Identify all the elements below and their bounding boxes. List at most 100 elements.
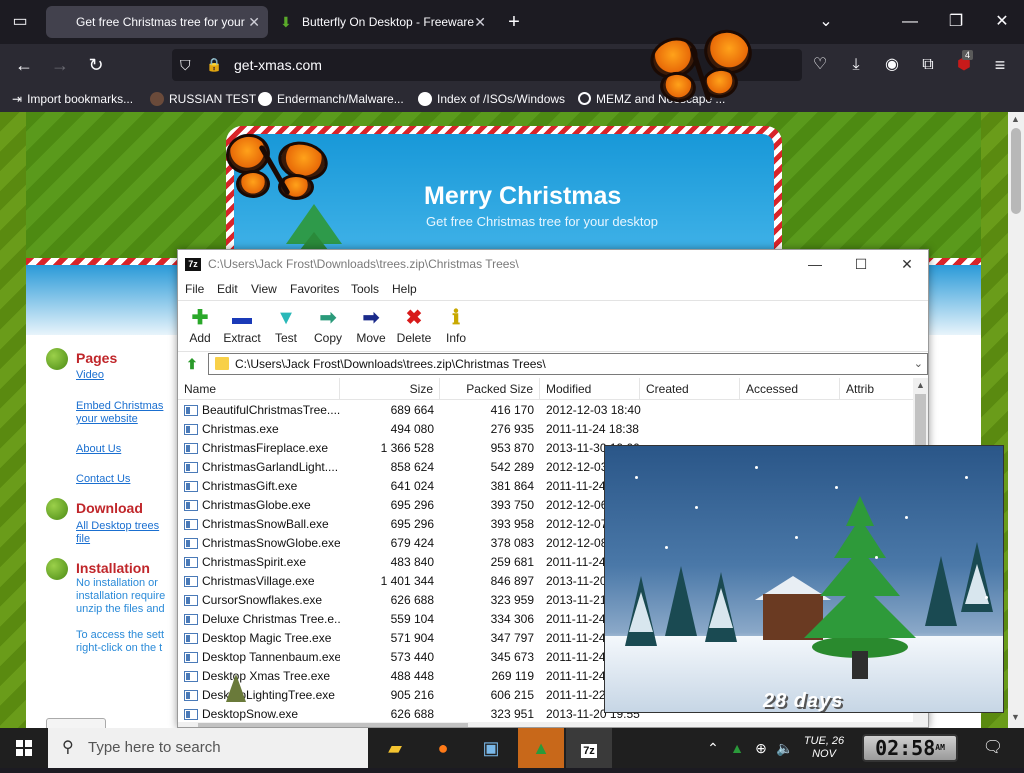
address-field[interactable]: C:\Users\Jack Frost\Downloads\trees.zip\… <box>208 353 928 375</box>
butterfly-icon[interactable] <box>644 23 758 112</box>
small-tree-icon[interactable] <box>226 674 246 702</box>
section-heading-installation: Installation <box>76 560 150 576</box>
table-row[interactable]: Christmas.exe 494 080 276 935 2011-11-24 18… <box>178 420 913 439</box>
taskbar-clock[interactable]: 02:58AM <box>862 734 958 762</box>
menu-file[interactable]: File <box>185 279 204 299</box>
exe-file-icon <box>184 481 198 492</box>
cell-packed-size: 345 673 <box>490 650 534 664</box>
bookmark-import[interactable]: ⇥ Import bookmarks... <box>12 86 133 112</box>
new-tab-icon[interactable]: + <box>502 10 526 34</box>
menu-edit[interactable]: Edit <box>217 279 238 299</box>
move-button[interactable]: ➡ Move <box>349 305 393 349</box>
restore-icon[interactable]: ❐ <box>944 10 968 34</box>
file-explorer-icon[interactable]: ▰ <box>372 728 418 768</box>
column-modified[interactable]: Modified <box>540 378 640 400</box>
button-label: Extract <box>223 331 261 345</box>
zip-title-bar[interactable]: 7z C:\Users\Jack Frost\Downloads\trees.z… <box>178 250 928 279</box>
reload-icon[interactable]: ↻ <box>84 53 108 77</box>
bookmark-endermanch[interactable]: Endermanch/Malware... <box>258 86 404 112</box>
link-video[interactable]: Video <box>76 369 104 382</box>
add-button[interactable]: ✚ Add <box>178 305 222 349</box>
table-row[interactable]: BeautifulChristmasTree.... 689 664 416 170… <box>178 401 913 420</box>
minimize-icon[interactable]: — <box>792 250 838 279</box>
christmas-tree-widget[interactable]: 28 days <box>604 445 1004 713</box>
cell-name: ChristmasSnowBall.exe <box>202 517 329 531</box>
tab-get-xmas[interactable]: Get free Christmas tree for your ✕ <box>46 6 268 38</box>
close-icon[interactable]: ✕ <box>884 250 928 279</box>
chevron-down-icon[interactable]: ⌄ <box>814 10 838 34</box>
cell-size: 1 401 344 <box>380 574 434 588</box>
page-scrollbar[interactable]: ▲ ▼ <box>1008 112 1024 728</box>
column-created[interactable]: Created <box>640 378 740 400</box>
taskbar-search[interactable]: ⚲ Type here to search <box>48 728 368 768</box>
folder-up-icon[interactable]: ⬆ <box>182 354 202 374</box>
link-contact[interactable]: Contact Us <box>76 473 130 486</box>
cell-size: 689 664 <box>390 403 434 417</box>
clock-time: 02:58 <box>875 736 936 760</box>
bookmark-isos[interactable]: Index of /ISOs/Windows <box>418 86 565 112</box>
app-window-icon[interactable]: ▣ <box>468 728 514 768</box>
extensions-icon[interactable]: ⧉ <box>916 53 940 77</box>
xmas-tree-app-icon[interactable]: ▲ <box>518 728 564 768</box>
scroll-down-icon[interactable]: ▼ <box>1011 712 1020 722</box>
pocket-icon[interactable]: ♡ <box>808 53 832 77</box>
scroll-up-icon[interactable]: ▲ <box>1011 114 1020 124</box>
scroll-thumb[interactable] <box>915 394 926 446</box>
copy-button[interactable]: ➡ Copy <box>306 305 350 349</box>
info-button[interactable]: ℹ Info <box>434 305 478 349</box>
link-all-trees-2[interactable]: file <box>76 533 90 546</box>
cell-name: Desktop Xmas Tree.exe <box>202 669 331 683</box>
column-attrib[interactable]: Attrib <box>840 378 920 400</box>
scroll-up-icon[interactable]: ▲ <box>916 380 925 390</box>
link-all-trees[interactable]: All Desktop trees <box>76 520 159 533</box>
7zip-taskbar-icon[interactable]: 7z <box>566 728 612 768</box>
close-window-icon[interactable]: ✕ <box>990 10 1014 34</box>
column-size[interactable]: Size <box>340 378 440 400</box>
download-arrow-icon: ⬇ <box>280 14 292 30</box>
butterfly-icon[interactable] <box>222 128 332 210</box>
tab-butterfly[interactable]: ⬇ Butterfly On Desktop - Freeware ✕ <box>272 6 494 38</box>
scroll-thumb[interactable] <box>1011 128 1021 214</box>
menu-view[interactable]: View <box>251 279 277 299</box>
chevron-down-icon[interactable]: ⌄ <box>914 354 923 374</box>
minimize-icon[interactable]: — <box>898 10 922 34</box>
link-about[interactable]: About Us <box>76 443 121 456</box>
column-name[interactable]: Name <box>178 378 340 400</box>
tab-list-icon[interactable]: ▭ <box>8 10 32 34</box>
downloads-icon[interactable]: ⤓ <box>844 53 868 77</box>
cell-size: 858 624 <box>390 460 434 474</box>
firefox-icon[interactable]: ● <box>420 728 466 768</box>
menu-favorites[interactable]: Favorites <box>290 279 339 299</box>
delete-button[interactable]: ✖ Delete <box>392 305 436 349</box>
menu-icon[interactable]: ≡ <box>988 53 1012 77</box>
notification-badge: 4 <box>962 50 974 60</box>
link-embed[interactable]: Embed Christmas <box>76 400 163 413</box>
column-packed-size[interactable]: Packed Size <box>440 378 540 400</box>
page-button[interactable] <box>46 718 106 728</box>
column-accessed[interactable]: Accessed <box>740 378 840 400</box>
cell-size: 905 216 <box>390 688 434 702</box>
bookmark-russian-test[interactable]: RUSSIAN TEST <box>150 86 256 112</box>
column-header-row: Name Size Packed Size Modified Created A… <box>178 378 928 400</box>
lock-icon[interactable]: 🔒 <box>206 49 222 81</box>
taskbar-date[interactable]: TUE, 26 NOV <box>796 735 852 761</box>
forward-icon[interactable]: → <box>48 53 72 77</box>
menu-help[interactable]: Help <box>392 279 417 299</box>
extract-button[interactable]: ▬ Extract <box>220 305 264 349</box>
shield-icon[interactable]: ⛉ <box>180 49 191 81</box>
link-embed-2[interactable]: your website <box>76 413 138 426</box>
notifications-icon[interactable]: 🗨 <box>970 728 1016 768</box>
date-month: NOV <box>812 748 836 760</box>
close-tab-icon[interactable]: ✕ <box>248 6 260 38</box>
exe-file-icon <box>184 424 198 435</box>
section-heading-download: Download <box>76 500 143 516</box>
zip-menu-bar: File Edit View Favorites Tools Help <box>178 279 928 299</box>
back-icon[interactable]: ← <box>12 53 36 77</box>
close-tab-icon[interactable]: ✕ <box>474 6 486 38</box>
test-button[interactable]: ▼ Test <box>264 305 308 349</box>
start-button[interactable] <box>0 728 48 768</box>
maximize-icon[interactable]: ☐ <box>838 250 884 279</box>
install-text: No installation or <box>76 577 158 589</box>
menu-tools[interactable]: Tools <box>351 279 379 299</box>
account-icon[interactable]: ◉ <box>880 53 904 77</box>
